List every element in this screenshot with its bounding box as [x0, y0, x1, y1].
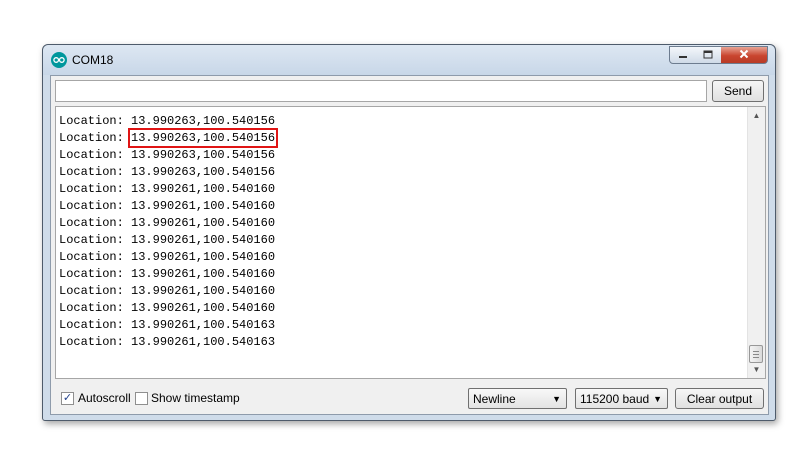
autoscroll-label: Autoscroll [78, 391, 131, 405]
client-area: Send Location: 13.990263,100.540156 Locat… [50, 75, 769, 415]
line-prefix: Location: [59, 250, 132, 264]
line-prefix: Location: [59, 199, 132, 213]
output-line: Location: 13.990261,100.540160 [59, 266, 275, 283]
line-prefix: Location: [59, 114, 132, 128]
line-prefix: Location: [59, 182, 132, 196]
line-ending-value: Newline [473, 392, 516, 406]
timestamp-label: Show timestamp [151, 391, 240, 405]
title-bar[interactable]: COM18 [43, 45, 775, 75]
location-value: 13.990263,100.540156 [128, 128, 279, 148]
line-prefix: Location: [59, 165, 132, 179]
output-lines: Location: 13.990263,100.540156 Location: … [59, 113, 279, 351]
scroll-up-arrow-icon[interactable]: ▲ [748, 107, 765, 124]
location-value: 13.990261,100.540160 [131, 182, 276, 196]
line-prefix: Location: [59, 131, 132, 145]
maximize-button[interactable] [695, 46, 722, 64]
line-prefix: Location: [59, 216, 132, 230]
baud-rate-select[interactable]: 115200 baud ▼ [575, 388, 668, 409]
location-value: 13.990261,100.540160 [131, 233, 276, 247]
close-icon [739, 48, 749, 62]
arduino-icon [51, 52, 67, 68]
clear-output-button[interactable]: Clear output [675, 388, 764, 409]
bottom-bar: ✓ Autoscroll Show timestamp Newline ▼ 11… [51, 380, 768, 414]
location-value: 13.990263,100.540156 [131, 148, 276, 162]
maximize-icon [703, 48, 713, 62]
vertical-scrollbar[interactable]: ▲ ▼ [747, 107, 765, 378]
line-prefix: Location: [59, 301, 132, 315]
send-input[interactable] [55, 80, 707, 102]
output-line: Location: 13.990261,100.540160 [59, 181, 275, 198]
output-line: Location: 13.990261,100.540160 [59, 198, 275, 215]
line-prefix: Location: [59, 267, 132, 281]
output-line: Location: 13.990261,100.540160 [59, 232, 275, 249]
output-line: Location: 13.990263,100.540156 [59, 164, 275, 181]
output-line: Location: 13.990261,100.540160 [59, 283, 275, 300]
chevron-down-icon: ▼ [552, 394, 561, 404]
line-prefix: Location: [59, 335, 132, 349]
chevron-down-icon: ▼ [653, 394, 662, 404]
output-line: Location: 13.990261,100.540163 [59, 317, 275, 334]
grip-icon [753, 350, 759, 358]
minimize-button[interactable] [669, 46, 696, 64]
location-value: 13.990261,100.540163 [131, 318, 276, 332]
location-value: 13.990263,100.540156 [131, 165, 276, 179]
baud-rate-value: 115200 baud [580, 392, 650, 406]
line-prefix: Location: [59, 284, 132, 298]
line-ending-select[interactable]: Newline ▼ [468, 388, 567, 409]
output-line: Location: 13.990261,100.540160 [59, 215, 275, 232]
checkmark-icon: ✓ [62, 392, 73, 404]
line-prefix: Location: [59, 318, 132, 332]
scroll-down-arrow-icon[interactable]: ▼ [748, 361, 765, 378]
location-value: 13.990261,100.540160 [131, 284, 276, 298]
location-value: 13.990261,100.540160 [131, 267, 276, 281]
output-line: Location: 13.990261,100.540160 [59, 249, 275, 266]
location-value: 13.990263,100.540156 [131, 114, 276, 128]
output-line: Location: 13.990261,100.540160 [59, 300, 275, 317]
location-value: 13.990261,100.540160 [131, 250, 276, 264]
output-line: Location: 13.990263,100.540156 [59, 113, 275, 130]
close-button[interactable] [721, 46, 768, 64]
location-value: 13.990261,100.540160 [131, 199, 276, 213]
send-button[interactable]: Send [712, 80, 764, 102]
location-value: 13.990261,100.540160 [131, 301, 276, 315]
output-line: Location: 13.990263,100.540156 [59, 128, 279, 148]
autoscroll-checkbox[interactable]: ✓ [61, 392, 74, 405]
window-title: COM18 [72, 53, 114, 67]
serial-monitor-window: COM18 Send Location: 13.990263,100.54015… [42, 44, 776, 421]
serial-output[interactable]: Location: 13.990263,100.540156 Location: … [55, 106, 766, 379]
line-prefix: Location: [59, 233, 132, 247]
line-prefix: Location: [59, 148, 132, 162]
output-line: Location: 13.990263,100.540156 [59, 147, 275, 164]
minimize-icon [678, 48, 688, 62]
location-value: 13.990261,100.540163 [131, 335, 276, 349]
output-line: Location: 13.990261,100.540163 [59, 334, 275, 351]
timestamp-checkbox[interactable] [135, 392, 148, 405]
location-value: 13.990261,100.540160 [131, 216, 276, 230]
